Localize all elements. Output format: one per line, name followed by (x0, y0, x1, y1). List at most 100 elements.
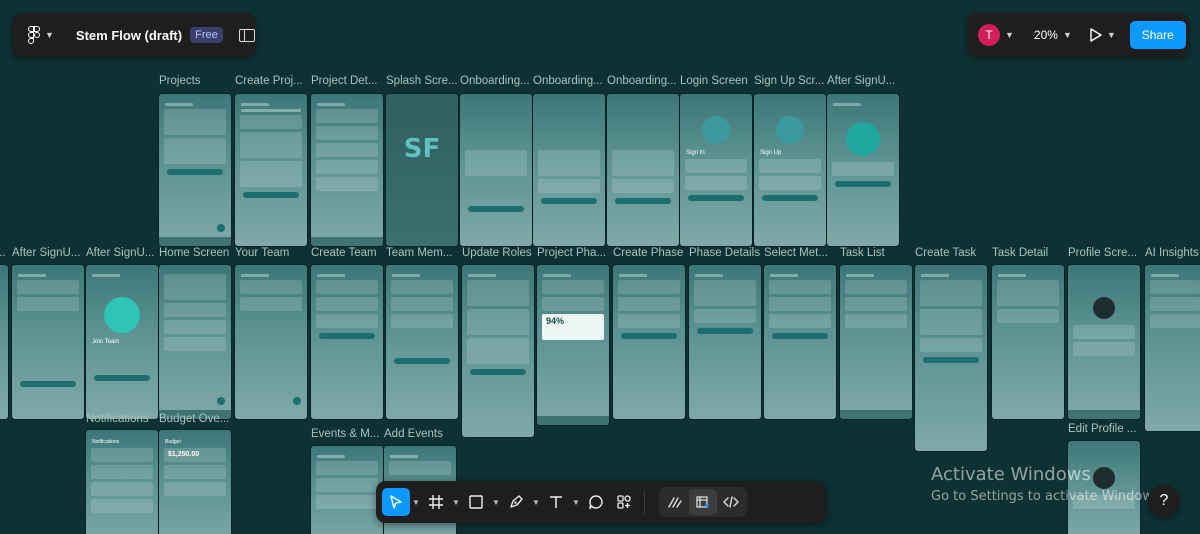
frame-phase-details[interactable] (689, 265, 761, 419)
toolbar-divider (644, 490, 645, 514)
frame-label[interactable]: Create Task (915, 247, 976, 259)
chevron-down-icon[interactable]: ▼ (45, 30, 54, 40)
frame-label[interactable]: ... (0, 247, 6, 259)
frame-label[interactable]: Projects (159, 75, 201, 87)
avatar[interactable]: T (978, 24, 1000, 46)
frame-partial-left[interactable] (0, 265, 8, 419)
frame-tool-icon[interactable] (422, 488, 450, 516)
frame-onboarding-1[interactable] (460, 94, 532, 246)
frame-profile-screen[interactable] (1068, 265, 1140, 419)
help-button[interactable]: ? (1148, 485, 1180, 517)
frame-label[interactable]: Home Screen (159, 247, 229, 259)
frame-select-methodology[interactable] (764, 265, 836, 419)
frame-label[interactable]: Create Phase (613, 247, 683, 259)
frame-create-phase[interactable] (613, 265, 685, 419)
chevron-down-icon[interactable]: ▼ (1063, 30, 1072, 40)
pen-tool-icon[interactable] (502, 488, 530, 516)
top-right-bar: T ▼ 20% ▼ ▼ Share (967, 13, 1189, 57)
frame-after-signup-2[interactable] (12, 265, 84, 419)
frame-label[interactable]: Task Detail (992, 247, 1048, 259)
frame-label[interactable]: Onboarding... (607, 75, 677, 87)
frame-label[interactable]: Edit Profile ... (1068, 423, 1136, 435)
frame-label[interactable]: Profile Scre... (1068, 247, 1137, 259)
frame-label[interactable]: Select Met... (764, 247, 828, 259)
rectangle-tool-icon[interactable] (462, 488, 490, 516)
share-button[interactable]: Share (1129, 21, 1186, 49)
frame-label[interactable]: Create Team (311, 247, 377, 259)
frame-label[interactable]: Splash Scre... (386, 75, 458, 87)
file-name[interactable]: Stem Flow (draft) (76, 28, 182, 43)
actions-tool-icon[interactable] (610, 488, 638, 516)
frame-team-members[interactable] (386, 265, 458, 419)
frame-events-meetings[interactable] (311, 446, 383, 534)
frame-label[interactable]: Add Events (384, 428, 443, 440)
chevron-down-icon[interactable]: ▼ (1005, 30, 1014, 40)
zoom-level[interactable]: 20% (1034, 28, 1058, 42)
frame-home-screen[interactable] (159, 265, 231, 419)
frame-label[interactable]: Phase Details (689, 247, 760, 259)
chevron-down-icon[interactable]: ▼ (410, 498, 422, 507)
chevron-down-icon[interactable]: ▼ (1107, 30, 1116, 40)
frame-splash-screen[interactable]: SF (386, 94, 458, 246)
figma-menu-icon[interactable] (28, 26, 40, 44)
frame-login-screen[interactable]: Sign In (680, 94, 752, 246)
draw-mode-icon[interactable] (661, 489, 689, 515)
frame-label[interactable]: Sign Up Scr... (754, 75, 824, 87)
frame-label[interactable]: Your Team (235, 247, 289, 259)
mode-switcher (659, 487, 747, 517)
plan-badge[interactable]: Free (190, 27, 223, 43)
frame-label[interactable]: Update Roles (462, 247, 532, 259)
frame-budget-overview[interactable]: Budget $1,250.00 (159, 430, 231, 534)
frame-onboarding-2[interactable] (533, 94, 605, 246)
chevron-down-icon[interactable]: ▼ (450, 498, 462, 507)
move-tool-icon[interactable] (382, 488, 410, 516)
chevron-down-icon[interactable]: ▼ (530, 498, 542, 507)
frame-projects[interactable] (159, 94, 231, 246)
frame-label[interactable]: Team Mem... (386, 247, 452, 259)
frame-label[interactable]: Project Det... (311, 75, 377, 87)
frame-label[interactable]: Create Proj... (235, 75, 303, 87)
frame-label[interactable]: After SignU... (827, 75, 895, 87)
frame-after-signup-1[interactable] (827, 94, 899, 246)
join-team-title: Join Team (92, 339, 120, 345)
text-tool-icon[interactable] (542, 488, 570, 516)
frame-task-detail[interactable] (992, 265, 1064, 419)
frame-label[interactable]: AI Insights (1145, 247, 1199, 259)
design-mode-icon[interactable] (689, 489, 717, 515)
frame-update-roles[interactable] (462, 265, 534, 437)
chevron-down-icon[interactable]: ▼ (490, 498, 502, 507)
budget-amount: $1,250.00 (164, 448, 226, 462)
design-canvas[interactable]: Projects Create Proj... Project Det... S… (0, 0, 1200, 534)
frame-ai-insights[interactable] (1145, 265, 1200, 431)
frame-create-project[interactable] (235, 94, 307, 246)
dev-mode-icon[interactable] (717, 489, 745, 515)
sign-up-title: Sign Up (760, 150, 782, 156)
frame-label[interactable]: Notifications (86, 413, 149, 425)
comment-tool-icon[interactable] (582, 488, 610, 516)
frame-your-team[interactable] (235, 265, 307, 419)
sidebar-toggle-icon[interactable] (238, 28, 255, 42)
frame-notifications[interactable]: Notifications (86, 430, 158, 534)
frame-project-detail[interactable] (311, 94, 383, 246)
frame-label[interactable]: Task List (840, 247, 885, 259)
frame-project-phases[interactable]: 94% (537, 265, 609, 425)
present-icon[interactable] (1090, 28, 1102, 42)
activate-windows-watermark: Activate Windows Go to Settings to activ… (931, 464, 1164, 504)
app-logo-icon: SF (403, 134, 441, 164)
bottom-toolbar: ▼ ▼ ▼ ▼ ▼ (376, 481, 826, 523)
frame-label[interactable]: Onboarding... (460, 75, 530, 87)
frame-onboarding-3[interactable] (607, 94, 679, 246)
frame-label[interactable]: Events & M... (311, 428, 379, 440)
frame-label[interactable]: Budget Ove... (159, 413, 229, 425)
chevron-down-icon[interactable]: ▼ (570, 498, 582, 507)
frame-label[interactable]: After SignU... (86, 247, 154, 259)
frame-label[interactable]: After SignU... (12, 247, 80, 259)
frame-label[interactable]: Login Screen (680, 75, 748, 87)
frame-label[interactable]: Project Pha... (537, 247, 606, 259)
frame-label[interactable]: Onboarding... (533, 75, 603, 87)
frame-after-signup-3[interactable]: Join Team (86, 265, 158, 419)
frame-task-list[interactable] (840, 265, 912, 419)
frame-create-task[interactable] (915, 265, 987, 451)
frame-create-team[interactable] (311, 265, 383, 419)
frame-sign-up-screen[interactable]: Sign Up (754, 94, 826, 246)
